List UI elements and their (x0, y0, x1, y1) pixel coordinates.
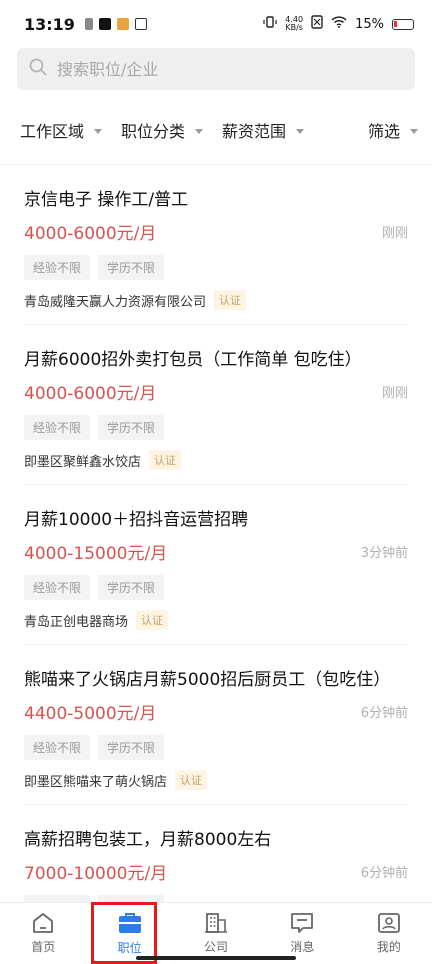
company-name: 青岛威隆天赢人力资源有限公司 (24, 294, 207, 310)
search-icon (29, 58, 47, 80)
job-title: 高薪招聘包装工，月薪8000左右 (24, 830, 272, 850)
caret-down-icon (195, 128, 204, 134)
tag-experience: 经验不限 (24, 575, 91, 600)
nav-messages[interactable]: 消息 (259, 903, 345, 964)
tag-experience: 经验不限 (24, 735, 91, 760)
app-notification-icon (116, 18, 129, 30)
job-time: 刚刚 (381, 386, 408, 401)
bottom-nav: 首页 职位 公司 消息 我的 (0, 902, 432, 964)
home-icon (33, 913, 54, 933)
nav-profile[interactable]: 我的 (346, 903, 432, 964)
nav-company[interactable]: 公司 (173, 903, 259, 964)
caret-down-icon (296, 128, 305, 134)
job-salary: 4000-6000元/月 (24, 384, 157, 404)
company-name: 即墨区聚鲜鑫水饺店 (24, 454, 142, 470)
tag-education: 学历不限 (98, 255, 165, 280)
tiktok-icon (98, 18, 111, 30)
wallet-icon (134, 18, 147, 30)
filter-label: 筛选 (367, 122, 400, 141)
job-salary: 4000-6000元/月 (24, 224, 157, 244)
tag-experience: 经验不限 (24, 415, 91, 440)
tag-education: 学历不限 (98, 575, 165, 600)
tag-education: 学历不限 (98, 735, 165, 760)
job-salary: 7000-10000元/月 (24, 864, 168, 884)
job-card[interactable]: 月薪6000招外卖打包员（工作简单 包吃住） 4000-6000元/月 刚刚 经… (24, 325, 408, 485)
job-salary: 4400-5000元/月 (24, 704, 157, 724)
sim-icon (84, 18, 93, 30)
profile-icon (377, 913, 400, 933)
job-salary: 4000-15000元/月 (24, 544, 168, 564)
tag-experience: 经验不限 (24, 255, 91, 280)
verified-badge: 认证 (214, 290, 247, 310)
wifi-icon (331, 16, 347, 32)
company-name: 青岛正创电器商场 (24, 614, 129, 630)
building-icon (205, 913, 228, 933)
vibrate-icon (263, 15, 277, 33)
nav-jobs[interactable]: 职位 (86, 903, 172, 964)
no-sim-icon (311, 15, 323, 33)
nav-label: 首页 (31, 940, 56, 954)
job-title: 月薪10000＋招抖音运营招聘 (24, 510, 249, 530)
filter-job-category[interactable]: 职位分类 (121, 118, 222, 142)
filter-label: 薪资范围 (222, 122, 287, 141)
search-bar[interactable] (17, 48, 415, 90)
verified-badge: 认证 (136, 610, 169, 630)
verified-badge: 认证 (175, 770, 208, 790)
speed-unit: KB/s (285, 23, 303, 32)
network-speed: 4.40 KB/s (285, 16, 303, 32)
job-card[interactable]: 京信电子 操作工/普工 4000-6000元/月 刚刚 经验不限 学历不限 青岛… (24, 165, 408, 325)
job-title: 京信电子 操作工/普工 (24, 190, 189, 210)
home-indicator (136, 956, 296, 960)
filter-more[interactable]: 筛选 (368, 118, 418, 142)
caret-down-icon (94, 128, 103, 134)
job-list: 京信电子 操作工/普工 4000-6000元/月 刚刚 经验不限 学历不限 青岛… (0, 165, 432, 964)
status-time: 13:19 (24, 14, 75, 34)
nav-label: 我的 (376, 940, 401, 954)
briefcase-icon (118, 913, 141, 933)
nav-label: 职位 (117, 941, 142, 955)
company-name: 即墨区熊喵来了萌火锅店 (24, 774, 168, 790)
search-input[interactable] (57, 59, 357, 79)
job-time: 6分钟前 (360, 866, 408, 881)
nav-home[interactable]: 首页 (0, 903, 86, 964)
caret-down-icon (410, 128, 418, 134)
filter-label: 职位分类 (121, 122, 186, 141)
nav-label: 公司 (204, 940, 229, 954)
job-time: 6分钟前 (360, 706, 408, 721)
filter-salary-range[interactable]: 薪资范围 (222, 118, 341, 142)
battery-percent: 15% (355, 16, 384, 32)
tag-education: 学历不限 (98, 415, 165, 440)
job-card[interactable]: 熊喵来了火锅店月薪5000招后厨员工（包吃住） 4400-5000元/月 6分钟… (24, 645, 408, 805)
nav-label: 消息 (290, 940, 315, 954)
job-time: 刚刚 (381, 226, 408, 241)
status-bar: 13:19 4.40 KB/s 15% (0, 0, 432, 48)
verified-badge: 认证 (149, 450, 182, 470)
job-title: 熊喵来了火锅店月薪5000招后厨员工（包吃住） (24, 670, 391, 690)
job-time: 3分钟前 (360, 546, 408, 561)
battery-icon (392, 18, 414, 30)
job-title: 月薪6000招外卖打包员（工作简单 包吃住） (24, 350, 362, 370)
filter-bar: 工作区域 职位分类 薪资范围 筛选 (0, 102, 432, 158)
filter-label: 工作区域 (20, 122, 85, 141)
message-icon (291, 913, 314, 933)
job-card[interactable]: 月薪10000＋招抖音运营招聘 4000-15000元/月 3分钟前 经验不限 … (24, 485, 408, 645)
filter-work-area[interactable]: 工作区域 (20, 118, 121, 142)
